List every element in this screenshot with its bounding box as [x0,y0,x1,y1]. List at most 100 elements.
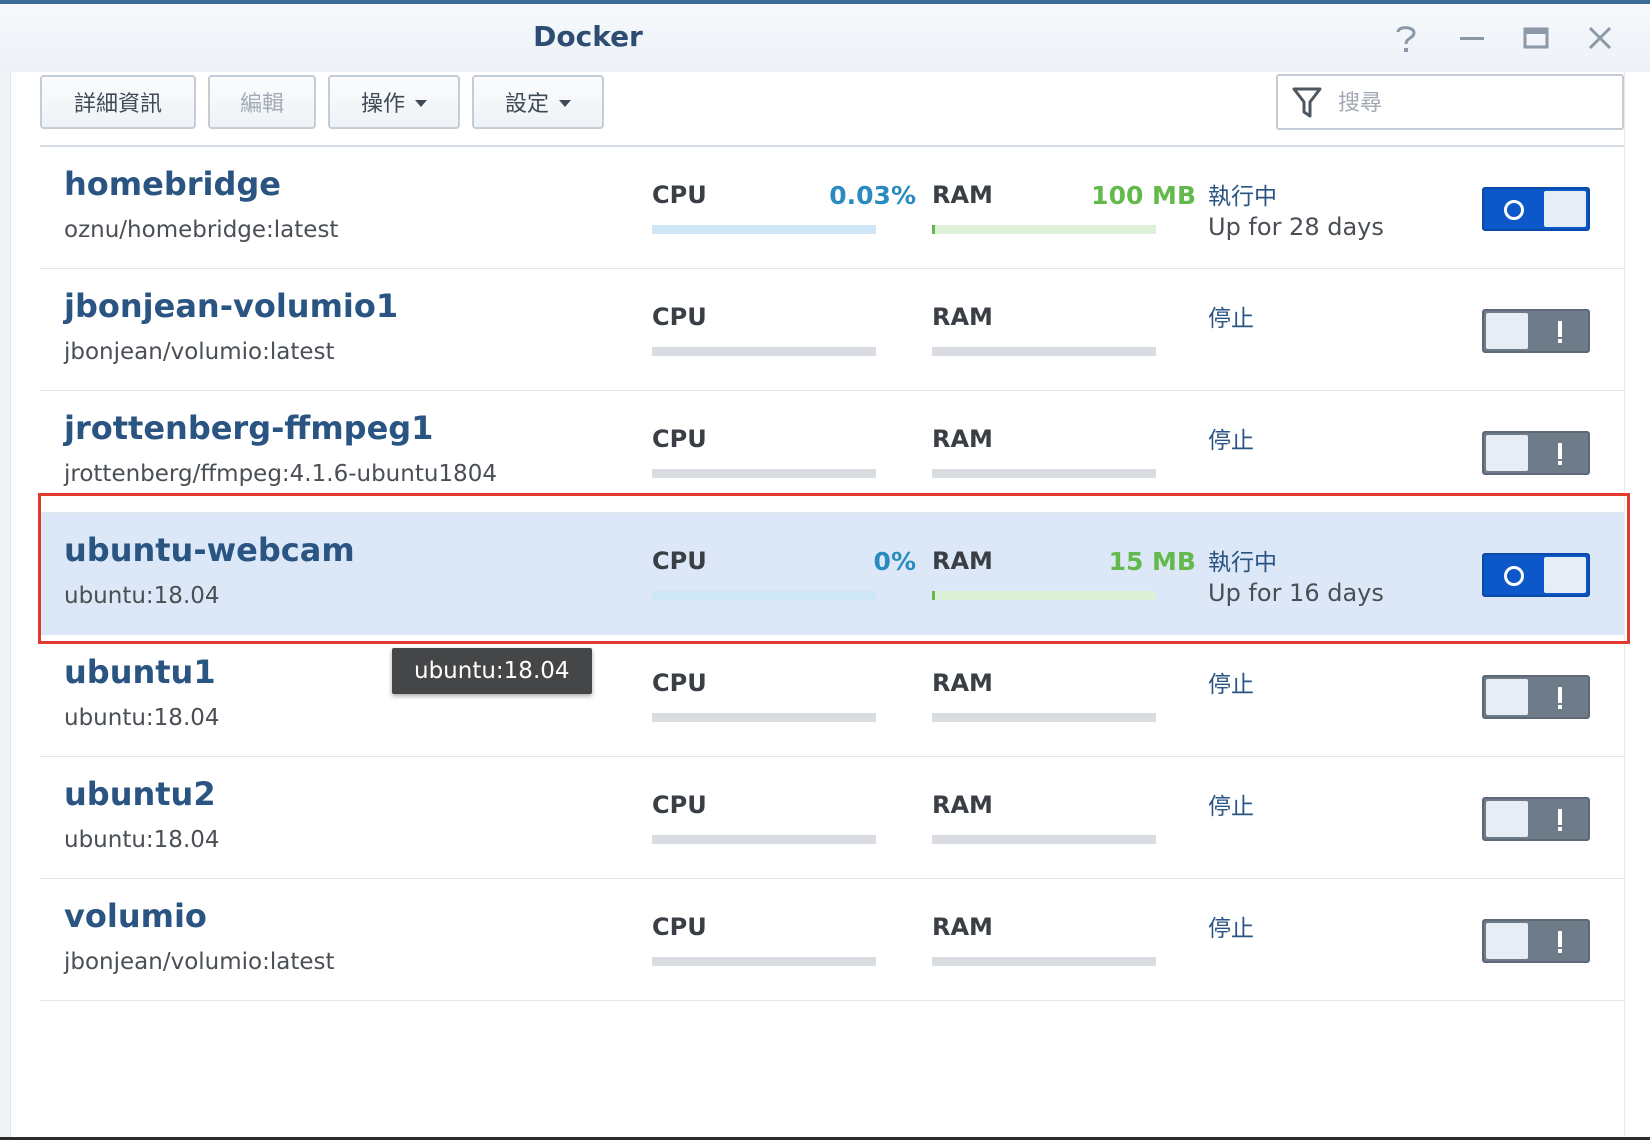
power-on-icon [1504,566,1524,586]
container-name: volumio [64,897,207,935]
cpu-usage-bar [652,957,876,966]
ram-label: RAM [932,425,993,453]
maximize-icon[interactable] [1516,18,1556,58]
cpu-label: CPU [652,791,707,819]
left-window-edge [0,72,11,1137]
container-row[interactable]: ubuntu2 ubuntu:18.04 CPU RAM 停止 [40,757,1624,879]
status-text: 執行中 [1208,184,1277,210]
power-off-icon [1558,443,1562,465]
container-row[interactable]: ubuntu1 ubuntu:18.04 CPU RAM 停止 [40,635,1624,757]
search-box[interactable] [1276,74,1624,130]
action-dropdown-button[interactable]: 操作 [328,75,460,129]
status-text: 停止 [1208,916,1254,942]
container-name: ubuntu-webcam [64,531,355,569]
power-off-icon [1558,931,1562,953]
power-toggle[interactable] [1482,675,1590,719]
action-button-label: 操作 [360,92,405,117]
container-image: jbonjean/volumio:latest [64,339,335,365]
settings-button-label: 設定 [504,92,549,117]
cpu-usage-bar [652,713,876,722]
ram-usage-fill [932,225,935,234]
container-image: ubuntu:18.04 [64,583,220,609]
ram-label: RAM [932,303,993,331]
cpu-usage-bar [652,225,876,234]
status-text: 停止 [1208,428,1254,454]
ram-value: 100 MB [1091,181,1196,210]
power-toggle[interactable] [1482,797,1590,841]
container-image: oznu/homebridge:latest [64,217,339,243]
container-name: jrottenberg-ffmpeg1 [64,409,434,447]
cpu-label: CPU [652,425,707,453]
cpu-value: 0% [873,547,916,576]
power-toggle[interactable] [1482,919,1590,963]
minimize-icon[interactable] [1452,18,1492,58]
container-name: ubuntu2 [64,775,216,813]
status-text: 停止 [1208,794,1254,820]
ram-usage-bar [932,347,1156,356]
power-toggle[interactable] [1482,553,1590,597]
cpu-label: CPU [652,181,707,209]
search-input[interactable] [1336,84,1610,122]
chevron-down-icon [559,100,571,107]
settings-dropdown-button[interactable]: 設定 [472,75,604,129]
toggle-knob [1486,313,1528,349]
tooltip-text: ubuntu:18.04 [414,658,570,684]
ram-usage-fill [932,591,935,600]
cpu-usage-bar [652,347,876,356]
cpu-label: CPU [652,913,707,941]
filter-icon[interactable] [1292,87,1322,119]
power-off-icon [1558,687,1562,709]
container-image: ubuntu:18.04 [64,827,220,853]
help-icon[interactable] [1386,18,1426,58]
ram-usage-bar [932,835,1156,844]
toggle-knob [1486,435,1528,471]
container-row[interactable]: ubuntu-webcam ubuntu:18.04 CPU 0% RAM 15 MB 執行… [40,513,1624,635]
container-row[interactable]: volumio jbonjean/volumio:latest CPU RAM 停止 [40,879,1624,1001]
power-off-icon [1558,809,1562,831]
ram-usage-bar [932,469,1156,478]
container-row[interactable]: jbonjean-volumio1 jbonjean/volumio:latest… [40,269,1624,391]
container-row[interactable]: homebridge oznu/homebridge:latest CPU 0.03%… [40,147,1624,269]
ram-usage-bar [932,713,1156,722]
status-text: 停止 [1208,306,1254,332]
container-name: homebridge [64,165,281,203]
toggle-knob [1544,557,1586,593]
container-row[interactable]: jrottenberg-ffmpeg1 jrottenberg/ffmpeg:4.… [40,391,1624,513]
cpu-usage-bar [652,469,876,478]
details-button[interactable]: 詳細資訊 [40,75,196,129]
title-bar: Docker [0,4,1650,72]
power-toggle[interactable] [1482,187,1590,231]
ram-usage-bar [932,591,1156,600]
power-on-icon [1504,200,1524,220]
ram-usage-bar [932,225,1156,234]
edit-button-label: 編輯 [239,92,284,117]
power-toggle[interactable] [1482,431,1590,475]
right-window-edge [1624,72,1650,1137]
cpu-label: CPU [652,669,707,697]
ram-label: RAM [932,791,993,819]
cpu-value: 0.03% [829,181,916,210]
ram-value: 15 MB [1108,547,1196,576]
cpu-label: CPU [652,303,707,331]
edit-button[interactable]: 編輯 [208,75,316,129]
cpu-label: CPU [652,547,707,575]
docker-window: Docker 詳細資訊 編輯 操作 設定 homebridgeoznu [0,0,1650,1137]
cpu-usage-bar [652,835,876,844]
container-name: jbonjean-volumio1 [64,287,399,325]
cpu-usage-bar [652,591,876,600]
status-text: 執行中 [1208,550,1277,576]
power-toggle[interactable] [1482,309,1590,353]
status-text: 停止 [1208,672,1254,698]
power-off-icon [1558,321,1562,343]
ram-usage-bar [932,957,1156,966]
toggle-knob [1544,191,1586,227]
chevron-down-icon [415,100,427,107]
window-title: Docker [533,20,643,53]
close-icon[interactable] [1580,18,1620,58]
container-image: jbonjean/volumio:latest [64,949,335,975]
container-image: jrottenberg/ffmpeg:4.1.6-ubuntu1804 [64,461,497,487]
uptime-text: Up for 28 days [1208,213,1384,241]
ram-label: RAM [932,669,993,697]
ram-label: RAM [932,913,993,941]
toggle-knob [1486,679,1528,715]
